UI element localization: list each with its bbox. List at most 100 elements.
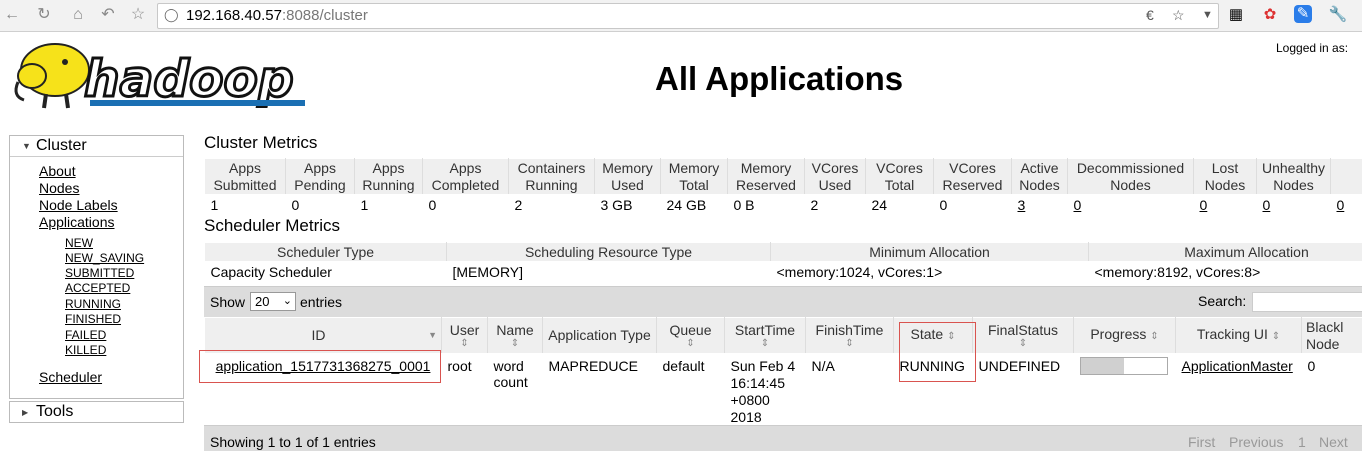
cluster-metric-value: 24 [866, 195, 934, 215]
sidebar-state-submitted[interactable]: SUBMITTED [65, 266, 134, 280]
sidebar-link-scheduler[interactable]: Scheduler [39, 369, 102, 385]
cluster-metric-header: ContainersRunning [509, 159, 595, 195]
cluster-metric-value: 2 [509, 195, 595, 215]
pager-first[interactable]: First [1188, 434, 1215, 450]
sched-value-type: Capacity Scheduler [205, 262, 447, 282]
reload-icon[interactable]: ↻ [34, 5, 54, 25]
col-header-user[interactable]: User⇕ [442, 318, 488, 354]
col-header-progress[interactable]: Progress ⇕ [1074, 318, 1176, 354]
page-size-select[interactable]: 20 ⌄ [250, 292, 296, 311]
col-header-starttime[interactable]: StartTime⇕ [725, 318, 806, 354]
home-icon[interactable]: ⌂ [68, 5, 88, 25]
state-highlight-box [899, 322, 976, 382]
sidebar-link-node-labels[interactable]: Node Labels [39, 197, 118, 213]
app-queue-cell: default [657, 354, 725, 427]
sidebar-state-killed[interactable]: KILLED [65, 343, 106, 357]
sidebar-state-running[interactable]: RUNNING [65, 297, 121, 311]
sidebar-link-applications[interactable]: Applications [39, 214, 115, 230]
hadoop-logo: hadoop [10, 38, 310, 116]
sidebar-state-new[interactable]: NEW [65, 236, 93, 250]
sidebar-tools[interactable]: ▶ Tools [9, 401, 184, 423]
cluster-metric-value: 1 [205, 195, 286, 215]
cluster-metric-value: 0 [934, 195, 1012, 215]
cluster-metric-header: AppsCompleted [423, 159, 509, 195]
star-icon[interactable]: ☆ [128, 5, 148, 25]
cluster-section-header[interactable]: ▼ Cluster [10, 136, 183, 157]
cluster-metric-value: 24 GB [661, 195, 728, 215]
extension-icon[interactable]: ✎ [1294, 5, 1312, 23]
progress-fill [1081, 358, 1124, 374]
col-header-app-type[interactable]: Application Type [543, 318, 657, 354]
scheduler-metrics-table: Scheduler Type Scheduling Resource Type … [204, 242, 1362, 282]
sidebar-state-failed[interactable]: FAILED [65, 328, 106, 342]
sidebar-state-new-saving[interactable]: NEW_SAVING [65, 251, 144, 265]
entries-label: entries [300, 294, 342, 310]
pager-next[interactable]: Next [1319, 434, 1348, 450]
col-header-finalstatus[interactable]: FinalStatus⇕ [973, 318, 1074, 354]
tools-section-header[interactable]: ▶ Tools [10, 402, 183, 422]
app-name-cell: word count [488, 354, 543, 427]
cluster-metrics-table: AppsSubmittedAppsPendingAppsRunningAppsC… [204, 158, 1362, 215]
wrench-icon[interactable]: 🔧 [1328, 5, 1348, 25]
col-header-tracking-ui[interactable]: Tracking UI ⇕ [1176, 318, 1302, 354]
cluster-metric-header: AppsSubmitted [205, 159, 286, 195]
undo-icon[interactable]: ↶ [98, 5, 118, 25]
sort-icon: ⇕ [492, 339, 538, 349]
col-header-blacklisted[interactable]: Blackl Node [1302, 318, 1362, 354]
sched-header-max: Maximum Allocation [1089, 243, 1362, 262]
cluster-metric-header: LostNodes [1194, 159, 1257, 195]
cluster-metric-value: 0 [423, 195, 509, 215]
dropdown-icon[interactable]: ▼ [1202, 9, 1213, 21]
pager-previous[interactable]: Previous [1229, 434, 1283, 450]
cluster-metric-header: VCoresUsed [805, 159, 866, 195]
col-header-queue[interactable]: Queue⇕ [657, 318, 725, 354]
sidebar-link-nodes[interactable]: Nodes [39, 180, 79, 196]
pager-page-1[interactable]: 1 [1298, 434, 1306, 450]
sort-desc-icon: ▼ [428, 327, 437, 344]
sched-header-resource: Scheduling Resource Type [447, 243, 771, 262]
cluster-metric-value[interactable]: 0 [1194, 195, 1257, 215]
search-label: Search: [1198, 293, 1246, 309]
cluster-metrics-title: Cluster Metrics [204, 133, 317, 153]
cluster-metric-value: 2 [805, 195, 866, 215]
back-icon[interactable]: ← [2, 5, 22, 25]
app-progress-cell [1074, 354, 1176, 427]
flower-icon[interactable]: ✿ [1260, 5, 1280, 25]
tracking-ui-link[interactable]: ApplicationMaster [1182, 358, 1293, 374]
col-header-id[interactable]: ID▼ [205, 318, 442, 354]
app-user-cell: root [442, 354, 488, 427]
address-bar[interactable]: ◯ 192.168.40.57:8088/cluster € ☆ ▼ [157, 3, 1219, 29]
grid-icon[interactable]: ▦ [1226, 5, 1246, 25]
sort-icon: ⇕ [1272, 331, 1280, 342]
app-type-cell: MAPREDUCE [543, 354, 657, 427]
col-header-finishtime[interactable]: FinishTime⇕ [806, 318, 894, 354]
sidebar-state-accepted[interactable]: ACCEPTED [65, 281, 130, 295]
cluster-metric-header: RebNo [1331, 159, 1362, 195]
sort-icon: ⇕ [810, 339, 889, 349]
url-text: 192.168.40.57:8088/cluster [186, 7, 368, 24]
svg-text:hadoop: hadoop [84, 50, 294, 108]
cluster-metric-header: MemoryTotal [661, 159, 728, 195]
compat-icon[interactable]: € [1146, 7, 1154, 23]
id-highlight-box [199, 350, 441, 383]
sort-icon: ⇕ [729, 339, 801, 349]
sidebar-link-about[interactable]: About [39, 163, 76, 179]
search-input[interactable] [1252, 292, 1362, 312]
apps-footer: Showing 1 to 1 of 1 entries First Previo… [204, 425, 1362, 451]
sort-icon: ⇕ [661, 339, 720, 349]
bookmark-star-icon[interactable]: ☆ [1172, 7, 1185, 24]
show-label: Show [210, 294, 245, 310]
sort-icon: ⇕ [1150, 331, 1158, 342]
cluster-metric-header: UnhealthyNodes [1257, 159, 1331, 195]
app-blacklisted-cell: 0 [1302, 354, 1362, 427]
cluster-metric-value[interactable]: 0 [1068, 195, 1194, 215]
cluster-metric-value[interactable]: 3 [1012, 195, 1068, 215]
cluster-metric-value[interactable]: 0 [1331, 195, 1362, 215]
sidebar-state-finished[interactable]: FINISHED [65, 312, 121, 326]
cluster-metric-value: 0 B [728, 195, 805, 215]
sched-value-min: <memory:1024, vCores:1> [771, 262, 1089, 282]
col-header-name[interactable]: Name⇕ [488, 318, 543, 354]
cluster-metric-value: 3 GB [595, 195, 661, 215]
expand-triangle-icon: ▼ [22, 141, 31, 151]
cluster-metric-value[interactable]: 0 [1257, 195, 1331, 215]
